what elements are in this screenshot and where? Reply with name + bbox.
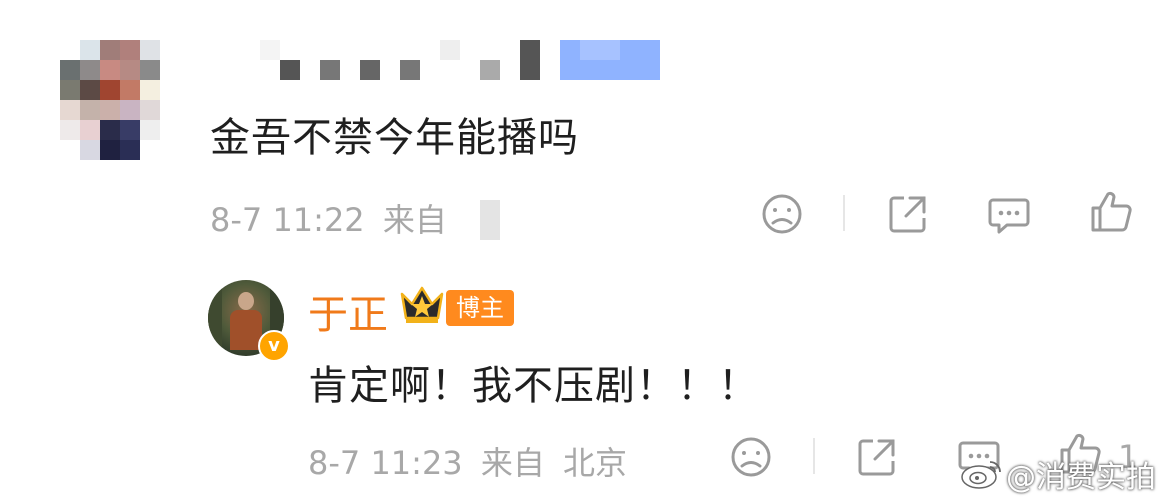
reply-source-prefix: 来自 — [480, 444, 545, 482]
commenter-avatar[interactable] — [60, 40, 160, 160]
comment-source-redacted — [480, 200, 500, 240]
blogger-badge: 博主 — [446, 290, 514, 326]
reply-source-location: 北京 — [563, 444, 628, 482]
commenter-name-redacted[interactable] — [260, 40, 680, 80]
comment-source-prefix: 来自 — [382, 201, 447, 239]
crown-icon — [398, 282, 446, 326]
comment-icon[interactable] — [985, 190, 1033, 238]
comment-meta: 8-7 11:22 来自 — [210, 195, 447, 241]
verified-badge-icon: v — [258, 330, 290, 362]
comment-time: 8-7 11:22 — [210, 201, 365, 239]
like-icon[interactable] — [1087, 188, 1135, 236]
reply-time: 8-7 11:23 — [308, 444, 463, 482]
share-icon[interactable] — [853, 433, 901, 481]
action-separator — [813, 438, 815, 474]
reply-text: 肯定啊！我不压剧！！！ — [308, 363, 759, 409]
dislike-icon[interactable] — [727, 433, 775, 481]
share-icon[interactable] — [884, 190, 932, 238]
author-name[interactable]: 于正 — [308, 282, 388, 340]
action-separator — [843, 195, 845, 231]
comment-text: 金吾不禁今年能播吗 — [210, 115, 579, 161]
reply-meta: 8-7 11:23 来自 北京 — [308, 438, 627, 484]
dislike-icon[interactable] — [758, 190, 806, 238]
weibo-logo-icon — [960, 456, 1004, 490]
watermark-text: @消费实拍 — [1006, 460, 1156, 495]
